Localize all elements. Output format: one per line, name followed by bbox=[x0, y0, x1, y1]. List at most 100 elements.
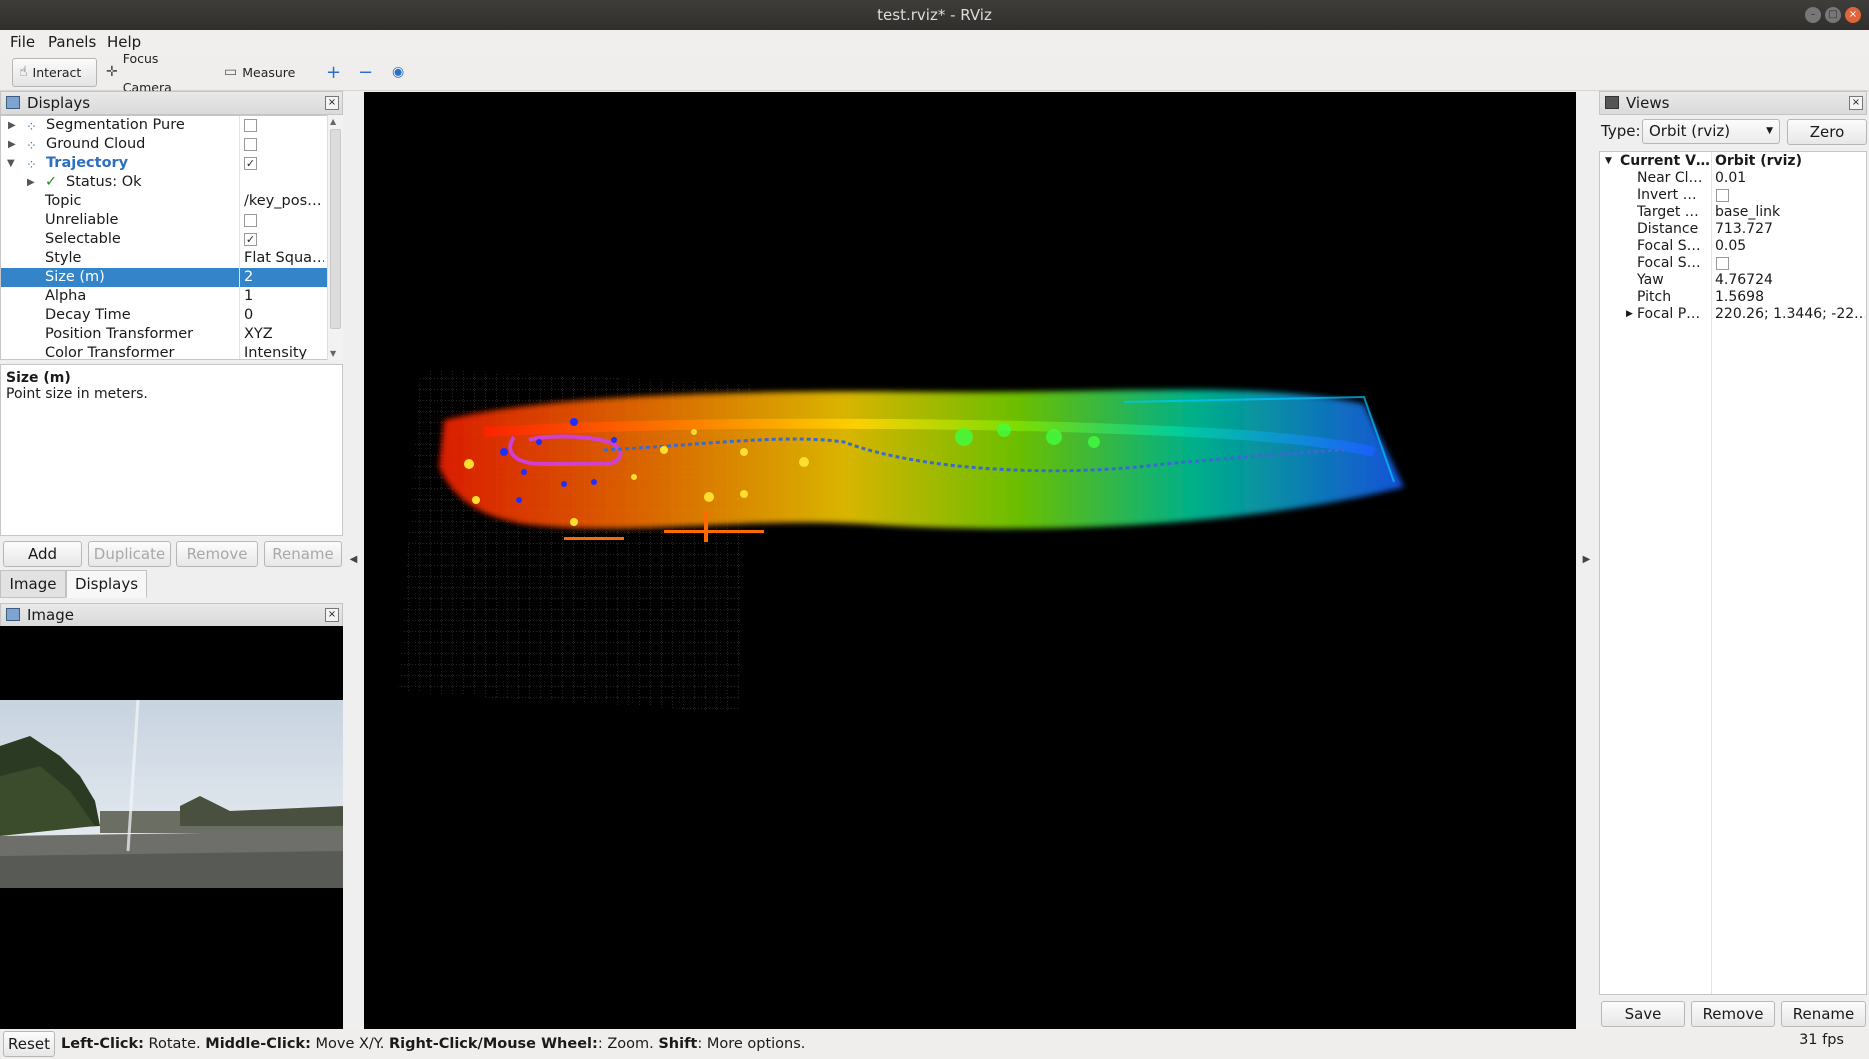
expand-arrow-icon[interactable]: ▶ bbox=[1626, 306, 1633, 323]
measure-button[interactable]: ▭ Measure bbox=[218, 58, 303, 87]
views-panel-header: Views × bbox=[1599, 91, 1867, 115]
focus-camera-button[interactable]: ✛ Focus Camera bbox=[100, 51, 210, 95]
tree-row-ground-cloud[interactable]: ▶ ⁘ Ground Cloud bbox=[1, 135, 327, 154]
tree-value[interactable]: 1 bbox=[244, 287, 324, 306]
tree-row-selectable[interactable]: Selectable ✓ bbox=[1, 230, 327, 249]
tree-row-segmentation-pure[interactable]: ▶ ⁘ Segmentation Pure bbox=[1, 116, 327, 135]
menu-bar: File Panels Help bbox=[0, 30, 1869, 54]
menu-file[interactable]: File bbox=[10, 33, 35, 51]
rename-button[interactable]: Rename bbox=[264, 541, 342, 567]
camera-frame bbox=[0, 699, 343, 1029]
tree-row-trajectory[interactable]: ▼ ⁘ Trajectory ✓ bbox=[1, 154, 327, 173]
tree-label: Topic bbox=[45, 193, 82, 209]
displays-scrollbar[interactable]: ▲ ▼ bbox=[327, 115, 343, 360]
eye-tool-icon[interactable]: ◉ bbox=[386, 58, 412, 87]
image-panel-header: Image × bbox=[0, 603, 343, 627]
tree-value[interactable]: 2 bbox=[244, 268, 324, 287]
3d-render-viewport[interactable] bbox=[364, 92, 1576, 1029]
tree-label: Focal S… bbox=[1637, 238, 1701, 254]
enable-checkbox[interactable] bbox=[244, 138, 257, 151]
remove-tool-icon[interactable]: − bbox=[352, 58, 376, 87]
menu-panels[interactable]: Panels bbox=[48, 33, 96, 51]
tree-row-decay-time[interactable]: Decay Time 0 bbox=[1, 306, 327, 325]
collapse-arrow-icon[interactable]: ▼ bbox=[7, 154, 15, 173]
tree-label: Trajectory bbox=[46, 155, 129, 171]
reset-button[interactable]: Reset bbox=[3, 1031, 55, 1057]
tree-value[interactable]: Flat Squa… bbox=[244, 249, 324, 268]
expand-arrow-icon[interactable]: ▶ bbox=[8, 135, 16, 154]
close-panel-icon[interactable]: × bbox=[325, 608, 339, 622]
collapse-left-icon[interactable]: ◀ bbox=[343, 554, 364, 565]
view-type-select[interactable]: Orbit (rviz) ▼ bbox=[1642, 119, 1780, 144]
tree-value[interactable]: 713.727 bbox=[1715, 221, 1773, 238]
tree-label: Selectable bbox=[45, 231, 121, 247]
selectable-checkbox[interactable]: ✓ bbox=[244, 233, 257, 246]
column-divider bbox=[239, 116, 240, 359]
image-icon bbox=[6, 608, 20, 621]
hand-icon: ☝ bbox=[19, 64, 28, 80]
tree-value[interactable]: 1.5698 bbox=[1715, 289, 1764, 306]
remove-view-button[interactable]: Remove bbox=[1691, 1001, 1775, 1027]
tree-row-unreliable[interactable]: Unreliable bbox=[1, 211, 327, 230]
camera-icon bbox=[1605, 96, 1619, 109]
tree-label: Color Transformer bbox=[45, 345, 175, 360]
tree-row-color-transformer[interactable]: Color Transformer Intensity bbox=[1, 344, 327, 360]
enable-checkbox[interactable]: ✓ bbox=[244, 157, 257, 170]
tree-value[interactable]: Orbit (rviz) bbox=[1715, 153, 1802, 170]
tree-row-alpha[interactable]: Alpha 1 bbox=[1, 287, 327, 306]
focal-shape-checkbox[interactable] bbox=[1716, 257, 1729, 270]
tree-row-position-transformer[interactable]: Position Transformer XYZ bbox=[1, 325, 327, 344]
tree-value[interactable]: 4.76724 bbox=[1715, 272, 1773, 289]
invert-checkbox[interactable] bbox=[1716, 189, 1729, 202]
zero-button[interactable]: Zero bbox=[1787, 119, 1867, 145]
enable-checkbox[interactable] bbox=[244, 119, 257, 132]
tab-displays[interactable]: Displays bbox=[66, 570, 147, 598]
tree-row-topic[interactable]: Topic /key_pos… bbox=[1, 192, 327, 211]
interact-label: Interact bbox=[32, 65, 82, 80]
tree-value[interactable]: XYZ bbox=[244, 325, 324, 344]
scroll-down-icon[interactable]: ▼ bbox=[330, 349, 336, 358]
remove-button[interactable]: Remove bbox=[176, 541, 258, 567]
scrollbar-thumb[interactable] bbox=[330, 129, 341, 329]
duplicate-button[interactable]: Duplicate bbox=[88, 541, 171, 567]
view-type-label: Type: bbox=[1601, 122, 1641, 140]
tab-image[interactable]: Image bbox=[0, 570, 66, 598]
tree-value[interactable]: /key_pos… bbox=[244, 192, 324, 211]
tree-label: Target … bbox=[1637, 204, 1699, 220]
minimize-icon[interactable]: – bbox=[1805, 7, 1821, 23]
scroll-up-icon[interactable]: ▲ bbox=[330, 117, 336, 126]
tree-value[interactable]: Intensity bbox=[244, 344, 324, 359]
left-splitter[interactable]: ◀ bbox=[343, 92, 364, 1029]
collapse-arrow-icon[interactable]: ▼ bbox=[1605, 153, 1612, 170]
right-splitter[interactable]: ▶ bbox=[1576, 92, 1597, 1029]
tree-label: Unreliable bbox=[45, 212, 119, 228]
tree-row-style[interactable]: Style Flat Squa… bbox=[1, 249, 327, 268]
tree-row-size[interactable]: Size (m) 2 bbox=[1, 268, 327, 287]
tree-row-status[interactable]: ▶ ✓ Status: Ok bbox=[1, 173, 327, 192]
add-tool-icon[interactable]: + bbox=[320, 58, 344, 87]
image-panel-title: Image bbox=[27, 606, 74, 624]
tree-value[interactable]: 0 bbox=[244, 306, 324, 325]
close-panel-icon[interactable]: × bbox=[1849, 96, 1863, 110]
rename-view-button[interactable]: Rename bbox=[1781, 1001, 1866, 1027]
displays-tree[interactable]: ▶ ⁘ Segmentation Pure ▶ ⁘ Ground Cloud ▼… bbox=[0, 115, 328, 360]
tree-value[interactable]: base_link bbox=[1715, 204, 1780, 221]
maximize-icon[interactable]: □ bbox=[1825, 7, 1841, 23]
views-tree[interactable]: ▼ Current V… Orbit (rviz) Near Cl… 0.01 … bbox=[1599, 151, 1867, 995]
add-button[interactable]: Add bbox=[3, 541, 82, 567]
expand-arrow-icon[interactable]: ▶ bbox=[8, 116, 16, 135]
ruler-icon: ▭ bbox=[224, 64, 238, 80]
tree-value[interactable]: 0.01 bbox=[1715, 170, 1746, 187]
tree-label: Size (m) bbox=[45, 269, 105, 285]
close-icon[interactable]: × bbox=[1845, 7, 1861, 23]
tree-value[interactable]: 0.05 bbox=[1715, 238, 1746, 255]
tree-label: Style bbox=[45, 250, 82, 266]
unreliable-checkbox[interactable] bbox=[244, 214, 257, 227]
collapse-right-icon[interactable]: ▶ bbox=[1576, 554, 1597, 565]
tree-label: Decay Time bbox=[45, 307, 131, 323]
tree-value[interactable]: 220.26; 1.3446; -22.… bbox=[1715, 306, 1865, 323]
interact-button[interactable]: ☝ Interact bbox=[12, 58, 97, 87]
save-view-button[interactable]: Save bbox=[1601, 1001, 1685, 1027]
expand-arrow-icon[interactable]: ▶ bbox=[27, 173, 35, 192]
close-panel-icon[interactable]: × bbox=[325, 96, 339, 110]
